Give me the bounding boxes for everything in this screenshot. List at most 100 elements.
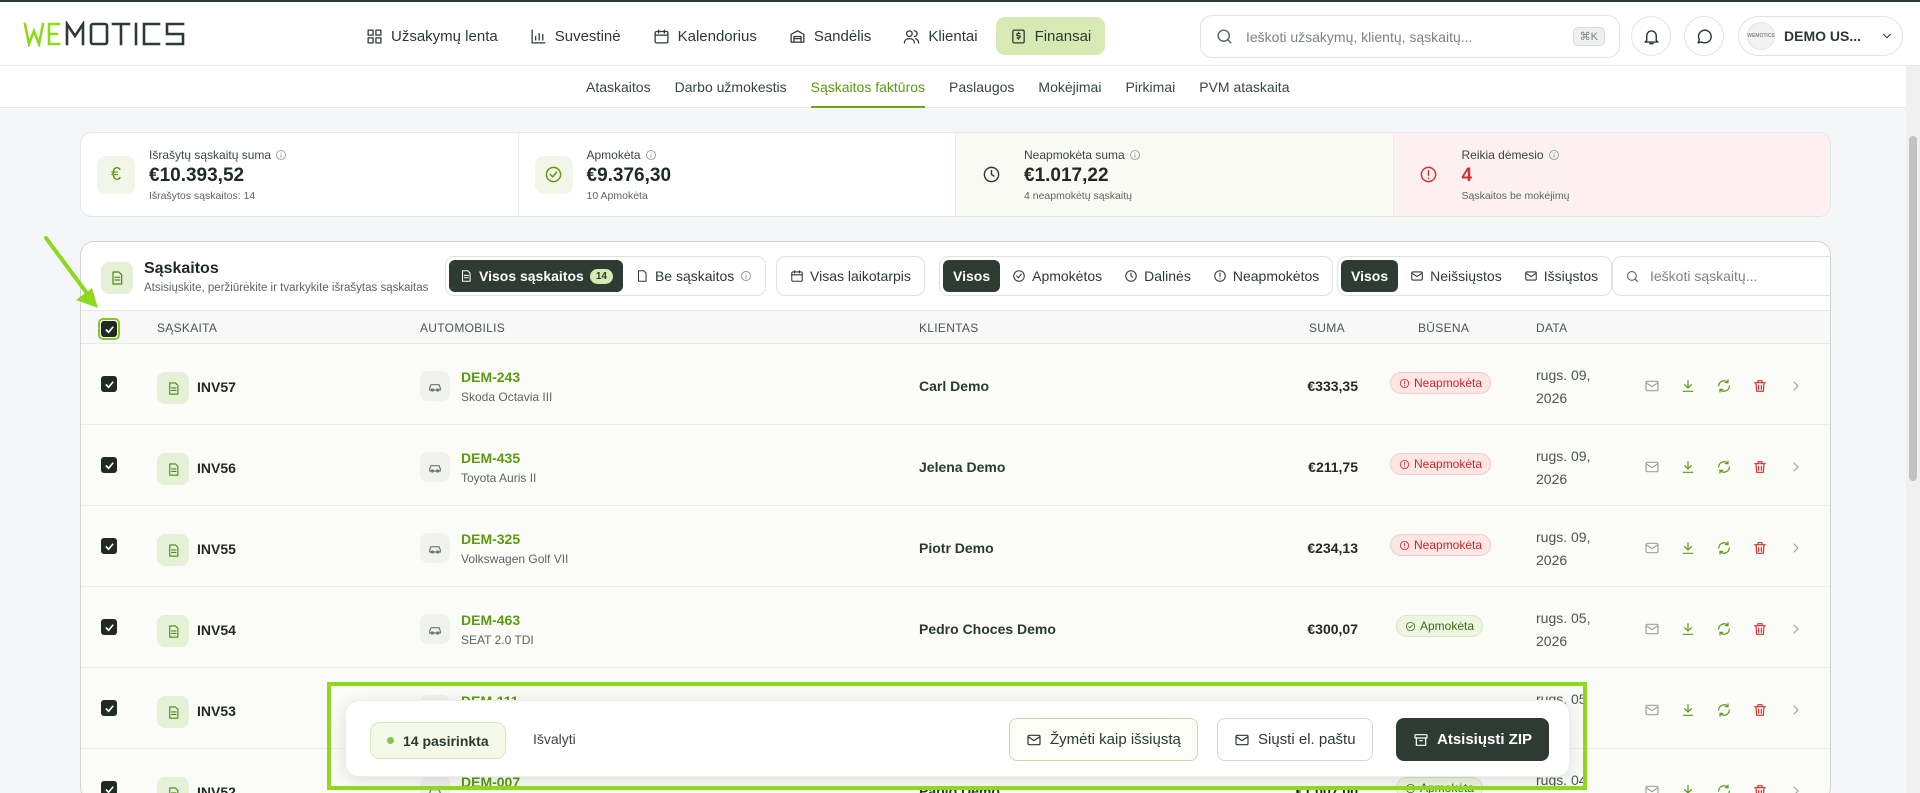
app-logo[interactable] (23, 21, 205, 47)
download-action[interactable] (1678, 538, 1697, 557)
table-row[interactable]: INV55 DEM-325 Volkswagen Golf VII Piotr Dem… (81, 506, 1830, 587)
notifications-button[interactable] (1631, 16, 1671, 56)
messages-button[interactable] (1684, 16, 1724, 56)
row-checkbox[interactable] (101, 700, 117, 716)
tab-purchases[interactable]: Pirkimai (1113, 66, 1187, 108)
download-action[interactable] (1678, 619, 1697, 638)
delete-action[interactable] (1750, 781, 1769, 793)
filter-all-invoices[interactable]: Visos sąskaitos 14 (449, 260, 623, 292)
column-header-date[interactable]: DATA (1536, 321, 1567, 335)
filter-sent[interactable]: Išsiųstos (1514, 260, 1608, 292)
download-action[interactable] (1678, 457, 1697, 476)
regenerate-action[interactable] (1714, 781, 1733, 793)
delete-action[interactable] (1750, 538, 1769, 557)
row-checkbox[interactable] (101, 376, 117, 392)
filter-without-invoice[interactable]: Be sąskaitos (625, 260, 762, 292)
clear-selection-button[interactable]: Išvalyti (533, 731, 576, 747)
stat-sub: Išrašytos sąskaitos: 14 (149, 189, 256, 202)
nav-item-finance[interactable]: Finansai (995, 17, 1106, 55)
info-icon[interactable] (1129, 149, 1141, 161)
send-email-action[interactable] (1642, 457, 1661, 476)
user-menu-button[interactable]: WEMOTICS DEMO US... (1738, 16, 1903, 56)
column-header-status[interactable]: BŪSENA (1418, 321, 1469, 335)
regenerate-action[interactable] (1714, 700, 1733, 719)
car-plate[interactable]: DEM-463 (461, 612, 520, 628)
download-action[interactable] (1678, 700, 1697, 719)
regenerate-action[interactable] (1714, 538, 1733, 557)
send-email-action[interactable] (1642, 538, 1661, 557)
open-row-action[interactable] (1786, 457, 1805, 476)
invoice-number[interactable]: INV52 (197, 784, 236, 793)
open-row-action[interactable] (1786, 376, 1805, 395)
filter-unpaid[interactable]: Neapmokėtos (1203, 260, 1329, 292)
download-action[interactable] (1678, 781, 1697, 793)
row-checkbox[interactable] (101, 619, 117, 635)
car-plate[interactable]: DEM-243 (461, 369, 520, 385)
nav-item-summary[interactable]: Suvestinė (516, 17, 635, 55)
invoice-number[interactable]: INV57 (197, 379, 236, 395)
info-icon[interactable] (740, 270, 752, 282)
scrollbar-thumb[interactable] (1909, 136, 1917, 481)
delete-action[interactable] (1750, 700, 1769, 719)
filter-payment-all[interactable]: Visos (943, 260, 1001, 292)
row-checkbox[interactable] (101, 781, 117, 793)
tab-services[interactable]: Paslaugos (937, 66, 1026, 108)
info-icon[interactable] (275, 149, 287, 161)
regenerate-action[interactable] (1714, 457, 1733, 476)
filter-send-all[interactable]: Visos (1341, 260, 1399, 292)
download-action[interactable] (1678, 376, 1697, 395)
nav-item-calendar[interactable]: Kalendorius (639, 17, 771, 55)
table-row[interactable]: INV56 DEM-435 Toyota Auris II Jelena Demo €2… (81, 425, 1830, 506)
car-plate[interactable]: DEM-435 (461, 450, 520, 466)
invoice-number[interactable]: INV54 (197, 622, 236, 638)
delete-action[interactable] (1750, 457, 1769, 476)
send-email-action[interactable] (1642, 619, 1661, 638)
tab-vat-report[interactable]: PVM ataskaita (1187, 66, 1301, 108)
send-email-button[interactable]: Siųsti el. paštu (1217, 718, 1373, 761)
send-email-action[interactable] (1642, 376, 1661, 395)
filter-not-sent[interactable]: Neišsiųstos (1400, 260, 1512, 292)
invoice-number[interactable]: INV56 (197, 460, 236, 476)
download-zip-button[interactable]: Atsisiųsti ZIP (1396, 718, 1550, 761)
nav-item-warehouse[interactable]: Sandėlis (775, 17, 886, 55)
period-button[interactable]: Visas laikotarpis (780, 260, 921, 292)
regenerate-action[interactable] (1714, 376, 1733, 395)
select-all-checkbox[interactable] (98, 318, 120, 340)
row-checkbox[interactable] (101, 457, 117, 473)
column-header-invoice[interactable]: SĄSKAITA (157, 321, 217, 335)
tab-invoices[interactable]: Sąskaitos faktūros (799, 66, 937, 108)
table-row[interactable]: INV54 DEM-463 SEAT 2.0 TDI Pedro Choces Dem… (81, 587, 1830, 668)
nav-item-clients[interactable]: Klientai (889, 17, 991, 55)
delete-action[interactable] (1750, 376, 1769, 395)
invoice-search-input[interactable]: Ieškoti sąskaitų... (1612, 256, 1830, 296)
column-header-client[interactable]: KLIENTAS (919, 321, 979, 335)
send-email-action[interactable] (1642, 700, 1661, 719)
period-filter[interactable]: Visas laikotarpis (776, 256, 925, 296)
tab-payments[interactable]: Mokėjimai (1026, 66, 1113, 108)
page-scrollbar[interactable] (1906, 66, 1920, 793)
table-row[interactable]: INV57 DEM-243 Skoda Octavia III Carl Demo €3… (81, 344, 1830, 425)
filter-paid[interactable]: Apmokėtos (1002, 260, 1112, 292)
invoice-number[interactable]: INV53 (197, 703, 236, 719)
tab-reports[interactable]: Ataskaitos (574, 66, 663, 108)
open-row-action[interactable] (1786, 538, 1805, 557)
chevron-right-icon (1792, 380, 1799, 391)
delete-action[interactable] (1750, 619, 1769, 638)
nav-item-board[interactable]: Užsakymų lenta (352, 17, 512, 55)
open-row-action[interactable] (1786, 619, 1805, 638)
info-icon[interactable] (1548, 149, 1560, 161)
tab-payroll[interactable]: Darbo užmokestis (663, 66, 799, 108)
open-row-action[interactable] (1786, 700, 1805, 719)
info-icon[interactable] (645, 149, 657, 161)
column-header-sum[interactable]: SUMA (1309, 321, 1345, 335)
send-email-action[interactable] (1642, 781, 1661, 793)
row-checkbox[interactable] (101, 538, 117, 554)
filter-partial[interactable]: Dalinės (1114, 260, 1201, 292)
column-header-car[interactable]: AUTOMOBILIS (420, 321, 505, 335)
car-plate[interactable]: DEM-325 (461, 531, 520, 547)
open-row-action[interactable] (1786, 781, 1805, 793)
regenerate-action[interactable] (1714, 619, 1733, 638)
mark-as-sent-button[interactable]: Žymėti kaip išsiųstą (1009, 718, 1198, 761)
invoice-number[interactable]: INV55 (197, 541, 236, 557)
global-search-input[interactable]: Ieškoti užsakymų, klientų, sąskaitų... ⌘… (1200, 15, 1620, 58)
